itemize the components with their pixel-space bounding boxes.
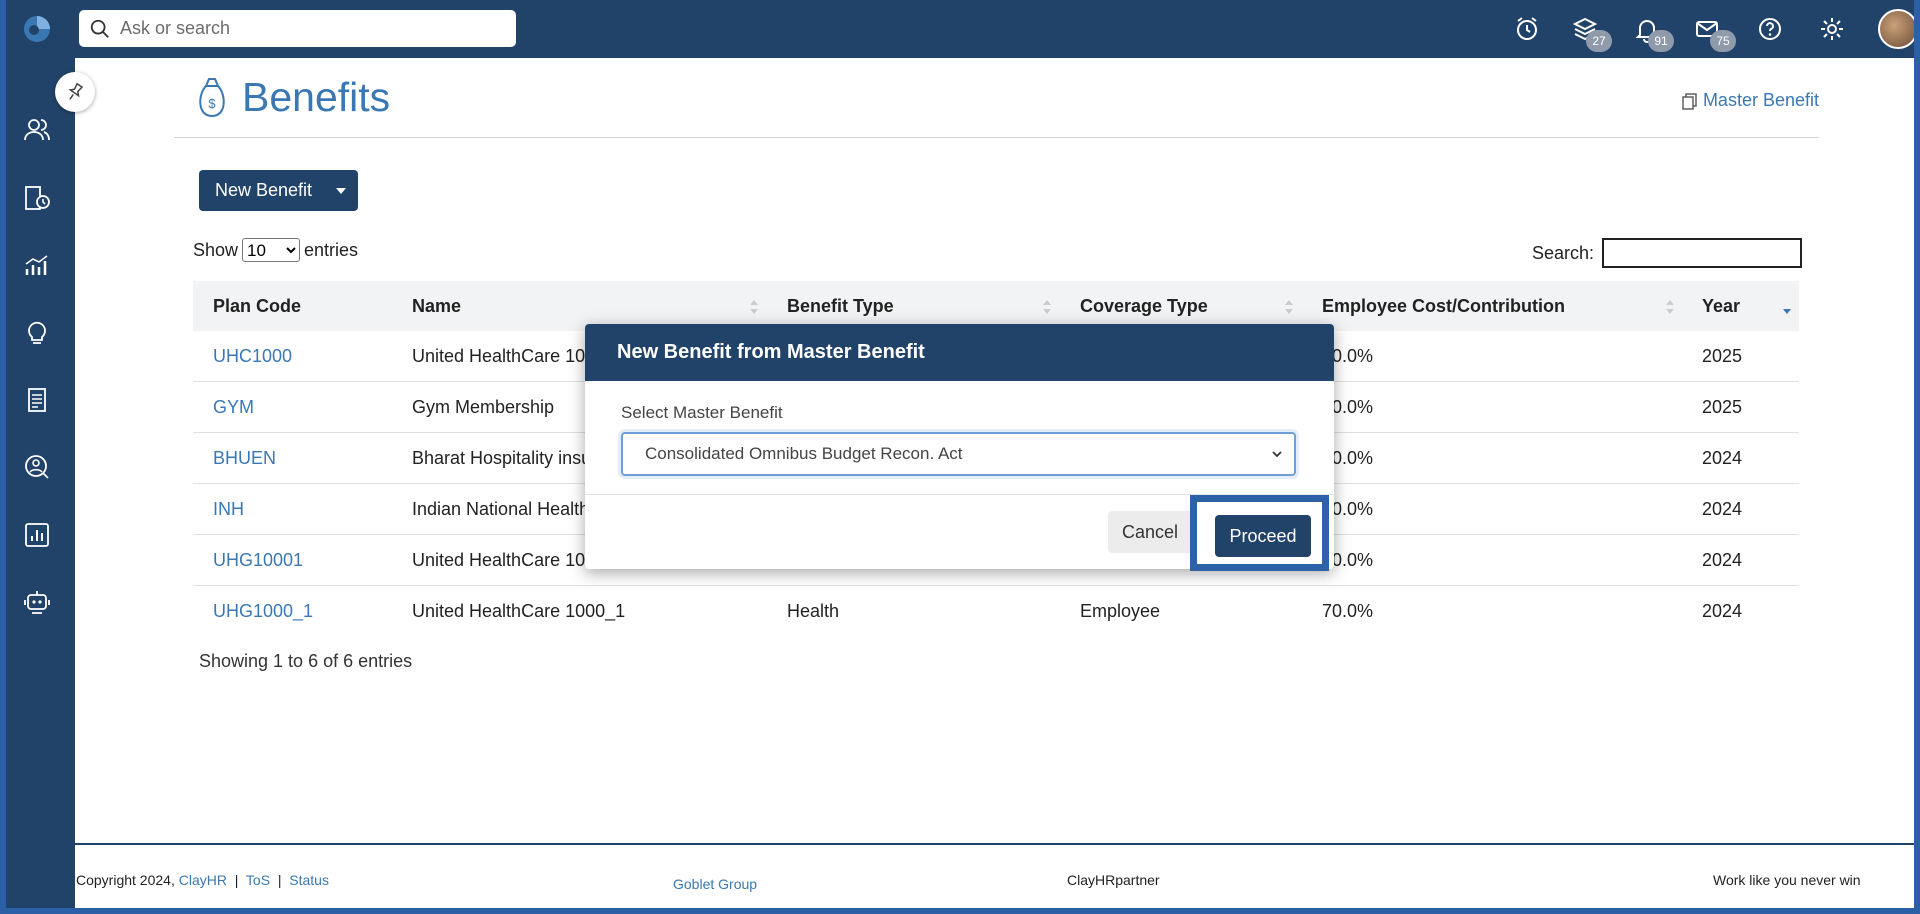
new-benefit-modal: New Benefit from Master Benefit Select M… [585,324,1334,571]
proceed-button[interactable]: Proceed [1215,515,1311,557]
proceed-highlight: Proceed [1190,495,1329,571]
chevron-down-icon [1272,451,1282,458]
selected-master-benefit: Consolidated Omnibus Budget Recon. Act [645,444,963,463]
master-benefit-select[interactable]: Consolidated Omnibus Budget Recon. Act [621,432,1296,476]
modal-title: New Benefit from Master Benefit [585,324,1334,381]
cancel-button[interactable]: Cancel [1108,511,1192,553]
select-master-benefit-label: Select Master Benefit [621,403,783,422]
